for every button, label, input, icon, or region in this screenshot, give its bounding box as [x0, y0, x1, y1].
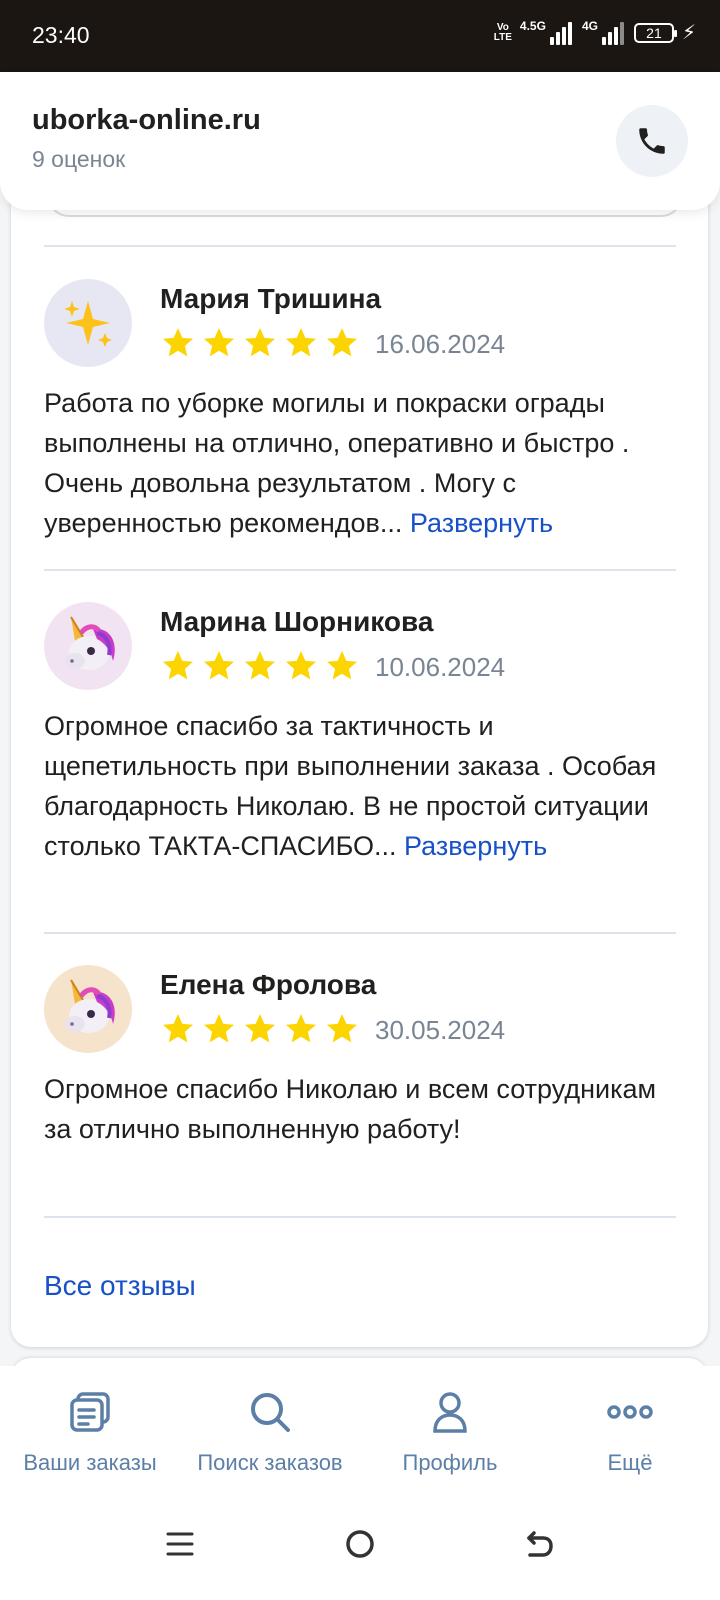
status-time: 23:40 — [32, 22, 90, 48]
review-date: 16.06.2024 — [375, 329, 506, 359]
divider — [44, 1216, 676, 1218]
status-indicators: Vo LTE 4.5G 4G 21 ⚡︎ — [494, 20, 696, 45]
divider — [44, 245, 676, 247]
review-item: Мария Тришина 16.06.2024 Работа по уборк… — [44, 279, 676, 539]
bottom-navigation: Ваши заказы Поиск заказов Профиль Ещё — [0, 1366, 720, 1490]
star-icon — [204, 651, 234, 680]
nav-label: Профиль — [402, 1450, 498, 1475]
system-navigation — [0, 1490, 720, 1600]
battery-icon: 21 — [633, 22, 677, 43]
nav-profile[interactable]: Профиль — [360, 1366, 540, 1490]
all-reviews-link[interactable]: Все отзывы — [44, 1270, 196, 1302]
nav-search-orders[interactable]: Поиск заказов — [180, 1366, 360, 1490]
star-icon — [286, 1014, 316, 1043]
rating-count: 9 оценок — [32, 146, 126, 172]
star-icon — [286, 651, 316, 680]
review-author: Мария Тришина — [160, 283, 382, 314]
star-icon — [163, 651, 193, 680]
star-icon — [163, 1014, 193, 1043]
back-icon — [527, 1531, 553, 1557]
page-header: uborka-online.ru 9 оценок — [0, 72, 720, 210]
star-icon — [204, 328, 234, 357]
nav-label: Ещё — [607, 1450, 653, 1475]
star-rating — [160, 648, 360, 684]
review-item: Елена Фролова 30.05.2024 Огромное спасиб… — [44, 965, 676, 1185]
review-author: Елена Фролова — [160, 969, 377, 1000]
signal-icon — [548, 21, 574, 45]
nav-label: Ваши заказы — [23, 1450, 157, 1475]
star-icon — [204, 1014, 234, 1043]
nav-more[interactable]: Ещё — [540, 1366, 720, 1490]
search-icon — [246, 1388, 294, 1436]
signal-icon — [600, 21, 626, 45]
home-button[interactable] — [330, 1514, 390, 1574]
star-icon — [327, 328, 357, 357]
expand-link[interactable]: Развернуть — [404, 831, 547, 861]
call-button[interactable] — [616, 105, 688, 177]
sparkles-icon — [64, 301, 112, 347]
more-icon — [606, 1388, 654, 1436]
star-icon — [245, 328, 275, 357]
site-title: uborka-online.ru — [32, 104, 261, 136]
divider — [44, 569, 676, 571]
orders-icon — [66, 1388, 114, 1436]
home-circle-icon — [346, 1530, 374, 1558]
avatar — [44, 965, 132, 1053]
review-author: Марина Шорникова — [160, 606, 434, 637]
unicorn-icon — [65, 979, 115, 1033]
review-text: Огромное спасибо Николаю и всем сотрудни… — [44, 1074, 657, 1144]
review-date: 10.06.2024 — [375, 652, 506, 682]
menu-icon — [166, 1532, 194, 1556]
nav-label: Поиск заказов — [197, 1450, 343, 1475]
star-rating — [160, 325, 360, 361]
star-icon — [327, 651, 357, 680]
unicorn-icon — [65, 616, 115, 670]
star-icon — [163, 328, 193, 357]
star-icon — [327, 1014, 357, 1043]
review-item: Марина Шорникова 10.06.2024 Огромное спа… — [44, 602, 676, 902]
avatar — [44, 279, 132, 367]
back-button[interactable] — [510, 1514, 570, 1574]
divider — [44, 932, 676, 934]
star-icon — [245, 651, 275, 680]
profile-icon — [426, 1388, 474, 1436]
volte-indicator: Vo LTE — [493, 21, 512, 43]
review-text: Огромное спасибо за тактичность и щепети… — [44, 711, 657, 861]
expand-link[interactable]: Развернуть — [410, 508, 553, 538]
avatar — [44, 602, 132, 690]
review-text: Работа по уборке могилы и покраски оград… — [44, 388, 630, 538]
star-icon — [286, 328, 316, 357]
reviews-card: Мария Тришина 16.06.2024 Работа по уборк… — [11, 180, 708, 1347]
star-icon — [245, 1014, 275, 1043]
nav-your-orders[interactable]: Ваши заказы — [0, 1366, 180, 1490]
charging-icon: ⚡︎ — [681, 22, 696, 44]
review-date: 30.05.2024 — [375, 1015, 506, 1045]
signal-group-1: 4.5G — [520, 20, 574, 45]
phone-icon — [639, 128, 665, 154]
recent-apps-button[interactable] — [150, 1514, 210, 1574]
status-bar: 23:40 Vo LTE 4.5G 4G 21 ⚡︎ — [0, 0, 720, 72]
signal-group-2: 4G — [582, 20, 626, 45]
star-rating — [160, 1011, 360, 1047]
